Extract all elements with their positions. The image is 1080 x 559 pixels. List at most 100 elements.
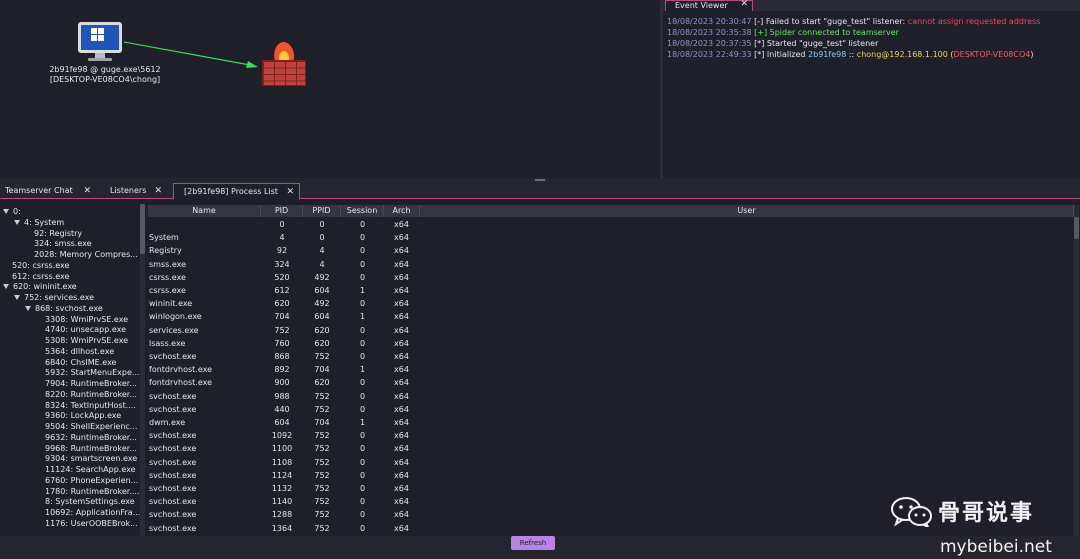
tree-node[interactable]: 1780: RuntimeBroker.... — [45, 486, 140, 497]
refresh-button[interactable]: Refresh — [511, 536, 555, 550]
table-cell-pid: 760 — [274, 338, 290, 348]
table-cell-user — [424, 403, 1074, 416]
table-cell-name: dwm.exe — [149, 418, 186, 427]
table-row[interactable]: winlogon.exe 704 604 1 x64 — [148, 310, 1074, 323]
tree-node[interactable]: 5364: dllhost.exe — [45, 346, 114, 357]
table-row[interactable]: svchost.exe 1092 752 0 x64 — [148, 429, 1074, 442]
table-row[interactable]: svchost.exe 1124 752 0 x64 — [148, 469, 1074, 482]
tree-node[interactable]: 5932: StartMenuExpe... — [45, 367, 140, 378]
tree-node[interactable]: 92: Registry — [34, 228, 82, 239]
tree-node[interactable]: 612: csrss.exe — [12, 271, 69, 282]
windows-monitor-icon[interactable] — [78, 22, 122, 62]
expand-triangle-icon[interactable] — [14, 295, 20, 300]
expand-triangle-icon[interactable] — [14, 219, 20, 225]
tab-listeners[interactable]: Listeners ✕ — [105, 183, 167, 199]
tree-node[interactable]: 9504: ShellExperienc... — [45, 421, 137, 432]
table-row[interactable]: svchost.exe 1108 752 0 x64 — [148, 456, 1074, 469]
table-row[interactable]: Registry 92 4 0 x64 — [148, 244, 1074, 257]
tree-node[interactable]: 6760: PhoneExperien... — [45, 475, 138, 486]
event-viewer-panel: Event Viewer ✕ 18/08/2023 20:30:47 [-] F… — [663, 0, 1080, 178]
table-cell-user — [424, 244, 1074, 257]
column-header-user[interactable]: User — [420, 205, 1074, 217]
column-header-ppid[interactable]: PPID — [303, 205, 341, 217]
table-cell-pid: 520 — [274, 272, 290, 282]
tree-node[interactable]: 9304: smartscreen.exe — [45, 453, 137, 464]
tree-node[interactable]: 868: svchost.exe — [25, 303, 103, 314]
close-icon[interactable]: ✕ — [286, 184, 294, 200]
session-graph[interactable]: 2b91fe98 @ guge.exe\5612 [DESKTOP-VE08CO… — [0, 0, 660, 178]
close-icon[interactable]: ✕ — [154, 183, 162, 199]
close-icon[interactable]: ✕ — [740, 0, 748, 9]
tree-node[interactable]: 8324: TextInputHost.... — [45, 400, 136, 411]
tree-node[interactable]: 4: System — [14, 217, 64, 228]
table-cell-session: 0 — [359, 233, 366, 243]
tree-node[interactable]: 9360: LockApp.exe — [45, 410, 121, 421]
scrollbar-thumb[interactable] — [140, 204, 145, 254]
tree-scrollbar[interactable] — [140, 204, 145, 536]
column-header-arch[interactable]: Arch — [384, 205, 420, 217]
table-row[interactable]: svchost.exe 988 752 0 x64 — [148, 390, 1074, 403]
table-cell-arch: x64 — [394, 457, 409, 467]
tree-node[interactable]: 324: smss.exe — [34, 238, 92, 249]
table-row[interactable]: System 4 0 0 x64 — [148, 231, 1074, 244]
column-header-session[interactable]: Session — [341, 205, 384, 217]
table-cell-name: Registry — [149, 246, 182, 256]
tree-node[interactable]: 8: SystemSettings.exe — [45, 496, 135, 507]
expand-triangle-icon[interactable] — [3, 209, 9, 214]
expand-triangle-icon[interactable] — [3, 284, 9, 290]
tree-node[interactable]: 752: services.exe — [14, 292, 94, 303]
tree-node[interactable]: 0: — [3, 206, 21, 217]
table-cell-session: 0 — [359, 457, 366, 467]
tree-node-label: 9504: ShellExperienc... — [45, 422, 138, 431]
tree-node[interactable]: 2028: Memory Compres... — [34, 249, 138, 260]
tree-node[interactable]: 8220: RuntimeBroker... — [45, 389, 137, 400]
tab-event-viewer[interactable]: Event Viewer ✕ — [665, 0, 753, 11]
table-row[interactable]: svchost.exe 1100 752 0 x64 — [148, 442, 1074, 455]
table-row[interactable]: 0 0 0 x64 — [148, 218, 1074, 231]
tree-node[interactable]: 620: wininit.exe — [3, 281, 77, 292]
table-row[interactable]: csrss.exe 520 492 0 x64 — [148, 271, 1074, 284]
splitter-grip-icon[interactable] — [535, 179, 545, 181]
table-row[interactable]: svchost.exe 440 752 0 x64 — [148, 403, 1074, 416]
tree-node-label: 868: svchost.exe — [35, 303, 103, 313]
table-row[interactable]: fontdrvhost.exe 892 704 1 x64 — [148, 363, 1074, 376]
table-scrollbar[interactable] — [1074, 205, 1079, 536]
table-row[interactable]: dwm.exe 604 704 1 x64 — [148, 416, 1074, 429]
tree-node[interactable]: 10692: ApplicationFra... — [45, 507, 140, 518]
tree-node[interactable]: 520: csrss.exe — [12, 260, 69, 271]
table-cell-name: services.exe — [149, 325, 199, 335]
table-cell-arch: x64 — [394, 233, 409, 243]
tree-node[interactable]: 7904: RuntimeBroker... — [45, 378, 137, 389]
process-tree[interactable]: 0: 4: System 92: Registry 324: smss.exe 2028… — [0, 204, 147, 536]
table-cell-ppid: 620 — [314, 325, 330, 335]
column-header-pid[interactable]: PID — [261, 205, 303, 217]
table-cell-pid: 1092 — [271, 431, 293, 441]
tree-node[interactable]: 9968: RuntimeBroker... — [45, 443, 137, 454]
tree-node[interactable]: 9632: RuntimeBroker... — [45, 432, 137, 443]
tab-process-list[interactable]: [2b91fe98] Process List ✕ — [173, 183, 300, 200]
tree-node[interactable]: 3308: WmiPrvSE.exe — [45, 314, 128, 325]
table-row[interactable]: csrss.exe 612 604 1 x64 — [148, 284, 1074, 297]
table-cell-user — [424, 337, 1074, 350]
close-icon[interactable]: ✕ — [83, 183, 91, 199]
table-row[interactable]: services.exe 752 620 0 x64 — [148, 324, 1074, 337]
tree-node[interactable]: 11124: SearchApp.exe — [45, 464, 136, 475]
tree-node[interactable]: 6840: ChsIME.exe — [45, 357, 116, 368]
table-row[interactable]: fontdrvhost.exe 900 620 0 x64 — [148, 376, 1074, 389]
table-cell-user — [424, 258, 1074, 271]
event-text: Failed to start "guge_test" listener: — [763, 17, 908, 26]
tab-teamserver-chat[interactable]: Teamserver Chat ✕ — [0, 183, 96, 199]
expand-triangle-icon[interactable] — [25, 305, 31, 311]
scrollbar-thumb[interactable] — [1074, 217, 1079, 239]
column-header-name[interactable]: Name — [148, 205, 261, 217]
table-cell-session: 1 — [359, 312, 366, 322]
tree-node-label: 8220: RuntimeBroker... — [45, 389, 137, 399]
table-row[interactable]: smss.exe 324 4 0 x64 — [148, 258, 1074, 271]
table-row[interactable]: lsass.exe 760 620 0 x64 — [148, 337, 1074, 350]
tree-node[interactable]: 1176: UserOOBEBrok... — [45, 518, 138, 529]
tree-node[interactable]: 4740: unsecapp.exe — [45, 324, 126, 335]
table-row[interactable]: wininit.exe 620 492 0 x64 — [148, 297, 1074, 310]
table-row[interactable]: svchost.exe 868 752 0 x64 — [148, 350, 1074, 363]
tree-node[interactable]: 5308: WmiPrvSE.exe — [45, 335, 128, 346]
tree-node-label: 9968: RuntimeBroker... — [45, 443, 137, 453]
